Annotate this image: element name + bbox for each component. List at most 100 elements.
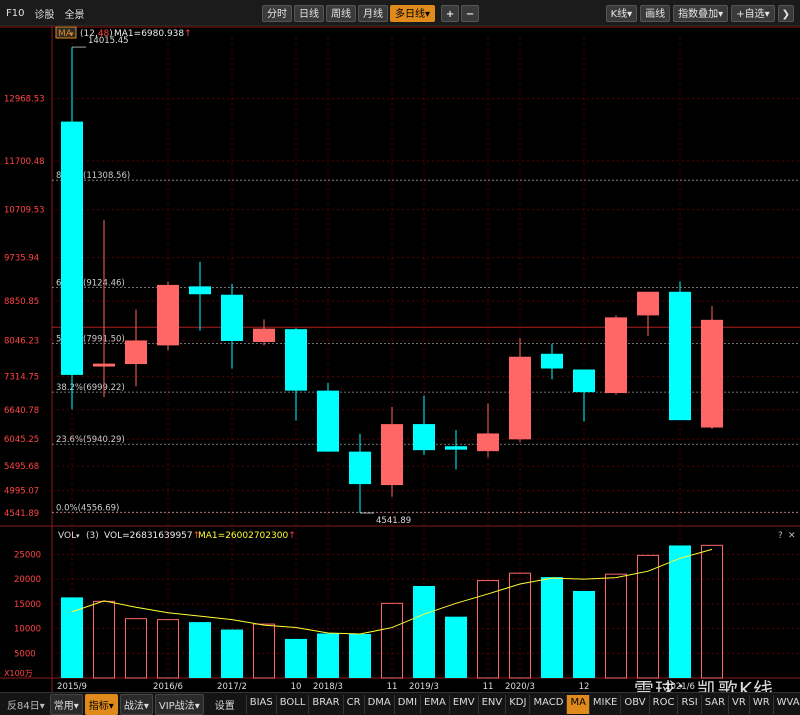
- period-daily-button[interactable]: 日线: [294, 5, 324, 22]
- price-tick-label: 10709.53: [4, 206, 45, 216]
- indicator-tab-ema[interactable]: EMA: [420, 694, 449, 714]
- indicator-tab-env[interactable]: ENV: [477, 694, 506, 714]
- date-tick-label: 12: [579, 682, 590, 692]
- fib-label: 0.0%(4556.69): [56, 503, 119, 513]
- candle-body: [445, 446, 467, 450]
- indicator-tab-wvad[interactable]: WVAD: [772, 694, 800, 714]
- price-tick-label: 9735.94: [4, 254, 39, 264]
- date-tick-label: 11: [387, 682, 398, 692]
- candle-body: [509, 356, 531, 440]
- indicator-tab-sar[interactable]: SAR: [700, 694, 728, 714]
- f10-button[interactable]: F10: [6, 8, 24, 19]
- volume-bar: [253, 623, 275, 679]
- close-icon[interactable]: ✕: [788, 531, 796, 541]
- price-tick-label: 11700.48: [4, 157, 45, 167]
- period-weekly-button[interactable]: 周线: [326, 5, 356, 22]
- candle-body: [701, 319, 723, 428]
- menu-indicators-label: 指标: [88, 700, 109, 712]
- draw-line-button[interactable]: 画线: [640, 5, 671, 22]
- price-tick-label: 4995.07: [4, 487, 39, 497]
- menu-strategies[interactable]: 战法▾: [119, 693, 153, 715]
- index-overlay-button[interactable]: 指数叠加▾: [673, 5, 729, 22]
- candle-body: [605, 317, 627, 394]
- indicator-tab-cr[interactable]: CR: [342, 694, 364, 714]
- chevron-down-icon: ▾: [39, 700, 45, 712]
- volume-tick-label: 15000: [14, 600, 41, 610]
- volume-bar: [541, 577, 563, 678]
- zoom-out-button[interactable]: −: [461, 5, 480, 22]
- volume-bar: [317, 633, 339, 678]
- candlesticks: [61, 46, 723, 514]
- period-monthly-button[interactable]: 月线: [358, 5, 388, 22]
- indicator-tab-rsi[interactable]: RSI: [677, 694, 700, 714]
- price-tick-label: 6640.78: [4, 406, 39, 416]
- indicator-tab-dmi[interactable]: DMI: [393, 694, 420, 714]
- candle-body: [61, 121, 83, 375]
- diagnose-button[interactable]: 诊股: [34, 6, 54, 21]
- volume-bar: [93, 600, 115, 679]
- kline-label: K线: [610, 9, 628, 20]
- volume-bar: [669, 545, 691, 678]
- indicator-tab-kdj[interactable]: KDJ: [505, 694, 529, 714]
- date-tick-label: 2020/3: [505, 682, 535, 692]
- indicator-tab-boll[interactable]: BOLL: [275, 694, 309, 714]
- period-multiday-button[interactable]: 多日线▾: [390, 5, 436, 22]
- volume-bar: [573, 590, 595, 678]
- menu-vip-strategies[interactable]: VIP战法▾: [154, 693, 204, 715]
- price-tick-label: 5495.68: [4, 462, 39, 472]
- indicator-tab-dma[interactable]: DMA: [363, 694, 394, 714]
- volume-bar: [125, 618, 147, 679]
- chevron-down-icon: ▾: [76, 532, 80, 540]
- left-scope-label[interactable]: 反84日▾: [4, 695, 48, 714]
- indicator-tab-roc[interactable]: ROC: [648, 694, 678, 714]
- candle-body: [189, 286, 211, 295]
- overlay-label: 指数叠加: [678, 9, 719, 20]
- volume-bar: [637, 554, 659, 679]
- add-watchlist-button[interactable]: +自选▾: [731, 5, 775, 22]
- indicator-tab-macd[interactable]: MACD: [529, 694, 566, 714]
- price-tick-label: 6045.25: [4, 435, 39, 445]
- indicator-tab-mike[interactable]: MIKE: [588, 694, 620, 714]
- candle-body: [637, 291, 659, 316]
- candle-body: [285, 329, 307, 391]
- chevron-down-icon: ▾: [108, 700, 114, 712]
- indicator-tab-ma[interactable]: MA: [566, 694, 589, 714]
- candle-body: [573, 369, 595, 393]
- volume-tick-label: 25000: [14, 550, 41, 560]
- volume-tick-label: 20000: [14, 575, 41, 585]
- volume-unit-label: X100万: [4, 669, 33, 678]
- low-price-label: 4541.89: [376, 516, 411, 526]
- date-tick-label: 11: [483, 682, 494, 692]
- price-tick-label: 12968.53: [4, 95, 45, 105]
- chevron-down-icon: ▾: [143, 700, 149, 712]
- price-tick-label: 7314.75: [4, 373, 39, 383]
- fib-label: 38.2%(6999.22): [56, 383, 125, 393]
- kline-chart[interactable]: 80.9%(11308.56)61.8%(9124.46)50.0%(7991.…: [0, 26, 800, 692]
- indicator-tab-wr[interactable]: WR: [748, 694, 773, 714]
- expand-arrow-icon[interactable]: ❯: [777, 5, 794, 22]
- period-intraday-button[interactable]: 分时: [262, 5, 292, 22]
- indicator-tab-bias[interactable]: BIAS: [245, 694, 276, 714]
- menu-common[interactable]: 常用▾: [49, 693, 83, 715]
- panorama-button[interactable]: 全景: [64, 6, 84, 21]
- date-tick-label: 2019/3: [409, 682, 439, 692]
- indicator-tab-obv[interactable]: OBV: [620, 694, 648, 714]
- vol-indicator-name[interactable]: VOL: [58, 531, 76, 541]
- volume-bar: [189, 622, 211, 678]
- vol-params: (3): [86, 531, 99, 541]
- chevron-down-icon: ▾: [718, 9, 724, 20]
- help-icon[interactable]: ?: [778, 531, 783, 541]
- indicator-tab-emv[interactable]: EMV: [448, 694, 478, 714]
- left-scope-text: 反84日: [7, 700, 40, 712]
- indicator-tab-brar[interactable]: BRAR: [308, 694, 342, 714]
- zoom-in-button[interactable]: +: [441, 5, 460, 22]
- indicator-tab-vr[interactable]: VR: [728, 694, 749, 714]
- high-price-label: 14015.45: [88, 36, 129, 46]
- date-tick-label: 2015/9: [57, 682, 87, 692]
- volume-bar: [285, 638, 307, 678]
- settings-button[interactable]: 设置: [212, 695, 238, 714]
- menu-indicators[interactable]: 指标▾: [84, 693, 118, 715]
- menu-vip-label: VIP战法: [158, 700, 195, 712]
- kline-button[interactable]: K线▾: [605, 5, 638, 22]
- indicator-tab-list: BIAS BOLL BRAR CR DMA DMI EMA EMV ENV KDJ MACD MA MI…: [245, 694, 800, 714]
